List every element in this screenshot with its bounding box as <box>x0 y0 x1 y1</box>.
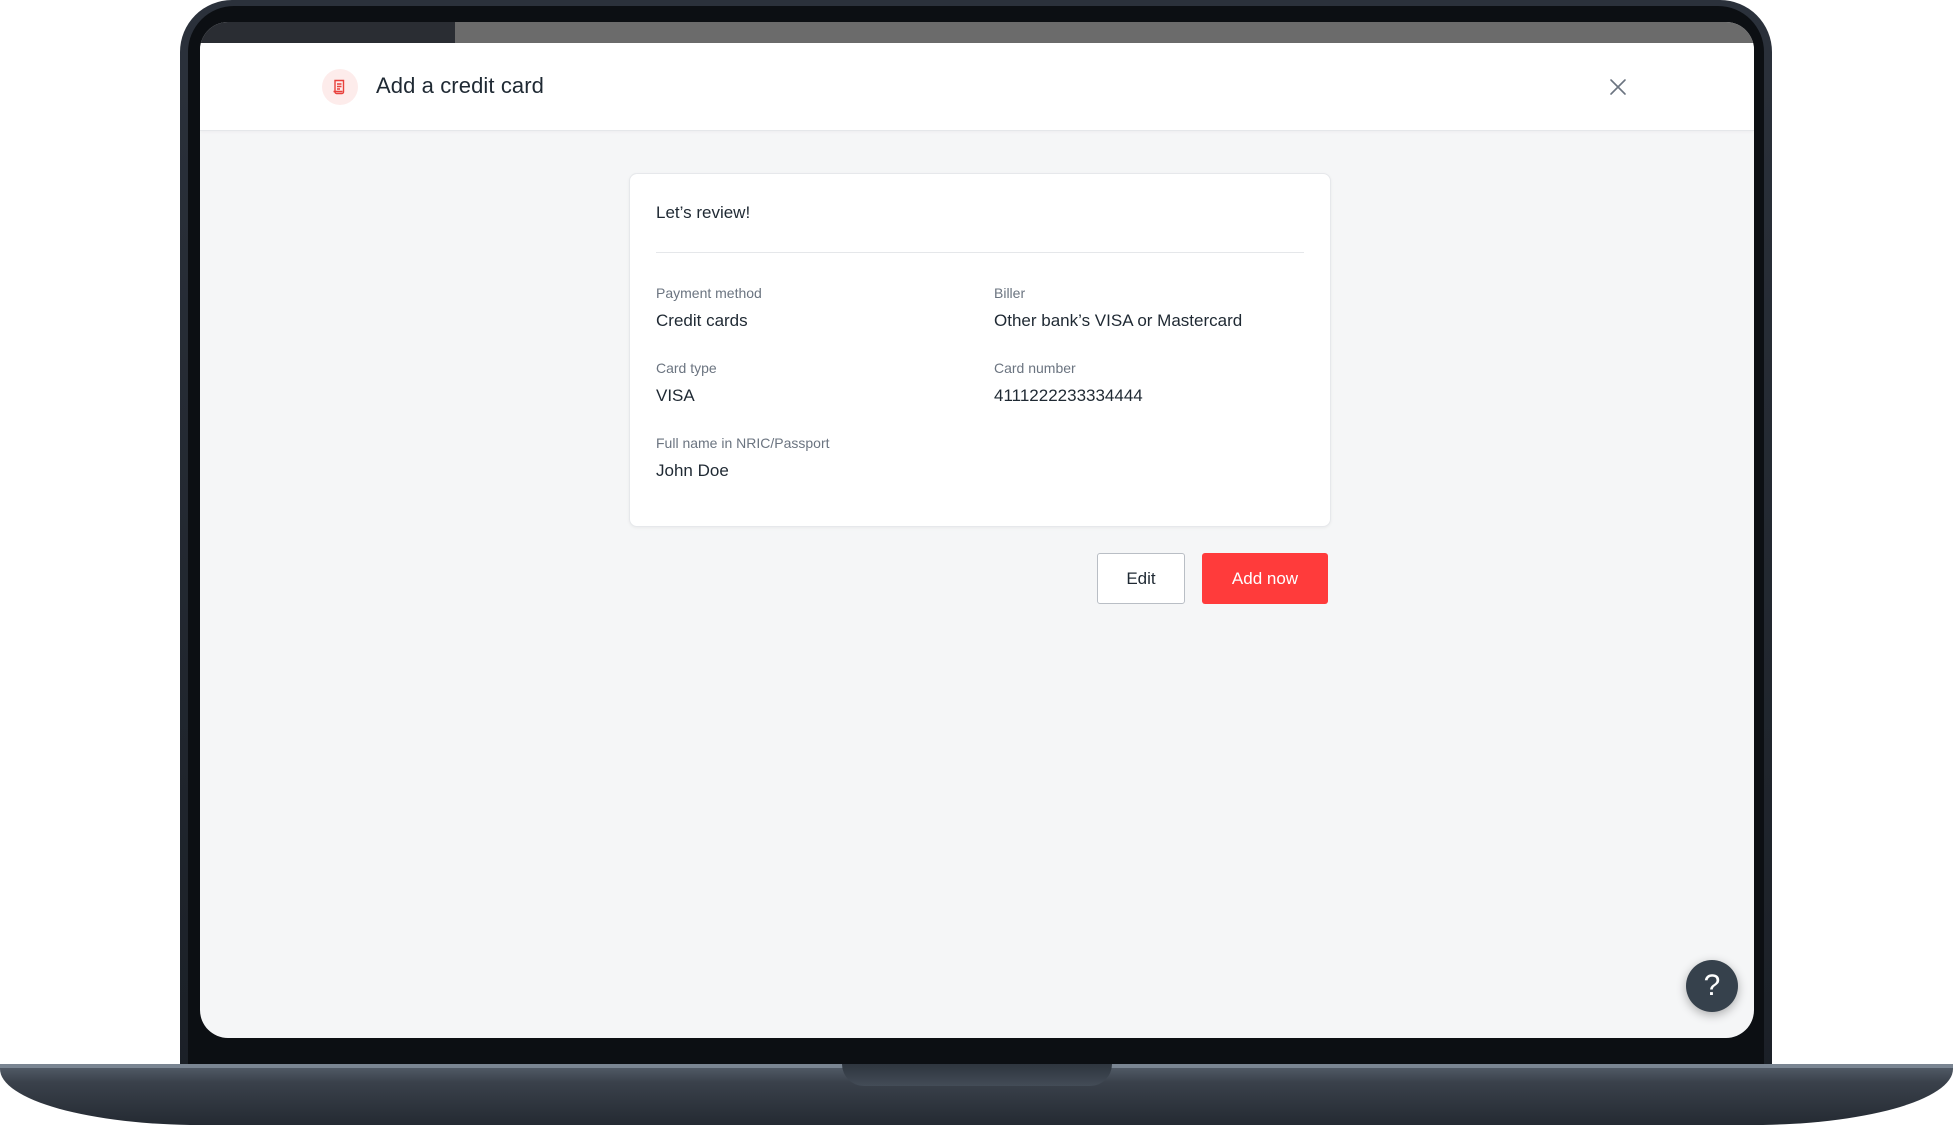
review-card: Let’s review! Payment method Credit card… <box>629 173 1331 527</box>
close-button[interactable] <box>1608 77 1628 97</box>
laptop-notch <box>842 1064 1112 1086</box>
edit-button[interactable]: Edit <box>1097 553 1185 604</box>
page-title: Add a credit card <box>376 73 545 98</box>
review-divider <box>656 252 1304 253</box>
field-value: VISA <box>656 386 695 405</box>
field-payment-method: Payment method Credit cards <box>656 285 762 331</box>
field-biller: Biller Other bank’s VISA or Mastercard <box>994 285 1242 331</box>
review-title: Let’s review! <box>656 203 751 222</box>
field-value: Other bank’s VISA or Mastercard <box>994 311 1243 330</box>
modal-header: Add a credit card <box>200 43 1754 131</box>
field-value: John Doe <box>656 461 729 480</box>
field-label: Card number <box>994 360 1076 376</box>
field-card-type: Card type VISA <box>656 360 717 406</box>
close-icon <box>1610 79 1626 95</box>
field-label: Payment method <box>656 285 762 301</box>
field-label: Card type <box>656 360 717 376</box>
help-button[interactable]: ? <box>1686 960 1738 1012</box>
app-screen: Add a credit card Let’s review! Payment … <box>200 22 1754 1038</box>
field-value: Credit cards <box>656 311 748 330</box>
background-app-strip <box>200 22 1754 43</box>
field-value: 4111222233334444 <box>994 386 1143 405</box>
field-full-name: Full name in NRIC/Passport John Doe <box>656 435 830 481</box>
receipt-icon <box>322 69 358 105</box>
add-now-button[interactable]: Add now <box>1202 553 1328 604</box>
field-label: Biller <box>994 285 1026 301</box>
field-card-number: Card number 4111222233334444 <box>994 360 1143 406</box>
field-label: Full name in NRIC/Passport <box>656 435 830 451</box>
help-icon: ? <box>1703 969 1721 1002</box>
